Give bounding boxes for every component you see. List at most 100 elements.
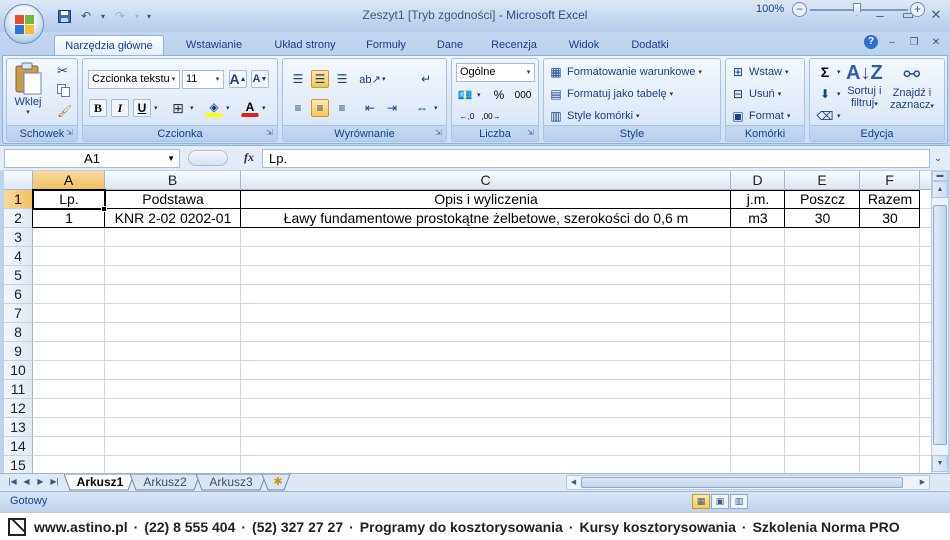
column-header[interactable]: C [241, 171, 731, 190]
merge-dropdown-icon[interactable]: ▾ [434, 104, 438, 112]
font-color-button[interactable]: A ▾ [241, 99, 266, 117]
find-select-button[interactable]: ⚯ Znajdź i zaznacz▾ [890, 62, 934, 111]
row-header[interactable]: 15 [4, 456, 33, 473]
column-header[interactable]: B [105, 171, 241, 190]
vertical-scroll-thumb[interactable] [933, 205, 947, 445]
expand-formula-bar-icon[interactable]: ⌄ [930, 149, 946, 168]
clear-dropdown-icon[interactable]: ▾ [837, 112, 841, 120]
row-header[interactable]: 11 [4, 380, 33, 399]
row-header[interactable]: 4 [4, 247, 33, 266]
align-top-button[interactable]: ☰ [289, 70, 307, 88]
format-cells-button[interactable]: ▣ Format ▾ [730, 107, 790, 125]
cell-c1[interactable]: Opis i wyliczenia [241, 190, 731, 209]
page-layout-view-icon[interactable]: ▣ [711, 494, 729, 509]
cell-e2[interactable]: 30 [785, 209, 860, 228]
row-header[interactable]: 3 [4, 228, 33, 247]
font-size-dropdown-icon[interactable]: ▾ [212, 71, 223, 88]
close-icon[interactable]: ✕ [922, 6, 950, 24]
copy-icon[interactable] [57, 84, 70, 97]
percent-button[interactable]: % [490, 86, 508, 104]
cell-c2[interactable]: Ławy fundamentowe prostokątne żelbetowe,… [241, 209, 731, 228]
delete-cells-dropdown-icon[interactable]: ▾ [778, 90, 782, 98]
worksheet-grid[interactable]: A B C D E F 1 2 3 4 5 6 7 8 9 10 11 12 13 14 15 Lp. Po… [4, 171, 931, 473]
cell-d1[interactable]: j.m. [731, 190, 785, 209]
zoom-level[interactable]: 100% [756, 3, 784, 15]
column-header[interactable]: F [860, 171, 920, 190]
wrap-text-button[interactable]: ↵ [417, 70, 435, 88]
zoom-in-icon[interactable]: + [910, 2, 925, 17]
increase-decimal-button[interactable]: ←,0 [456, 107, 478, 125]
conditional-formatting-button[interactable]: ▦ Formatowanie warunkowe ▾ [548, 63, 702, 81]
shrink-font-button[interactable]: A ▼ [251, 70, 269, 88]
cell-b1[interactable]: Podstawa [105, 190, 241, 209]
tab-home[interactable]: Narzędzia główne [54, 35, 164, 56]
format-painter-icon[interactable]: 🖌 [57, 104, 72, 118]
next-sheet-icon[interactable]: ▶ [34, 475, 47, 489]
decrease-indent-button[interactable]: ⇤ [361, 99, 379, 117]
workbook-restore-icon[interactable]: ❐ [906, 37, 922, 48]
clipboard-launcher-icon[interactable]: ⇲ [66, 129, 75, 138]
currency-button[interactable]: 💶 ▾ [456, 86, 481, 104]
row-header[interactable]: 1 [4, 190, 33, 209]
insert-function-icon[interactable]: fx [244, 150, 254, 165]
cell-d2[interactable]: m3 [731, 209, 785, 228]
number-launcher-icon[interactable]: ⇲ [527, 129, 536, 138]
name-box[interactable]: A1 ▼ [4, 149, 180, 168]
column-header[interactable]: A [33, 171, 105, 190]
format-as-table-button[interactable]: ▤ Formatuj jako tabelę ▾ [548, 85, 673, 103]
thousands-button[interactable]: 000 [512, 86, 534, 104]
align-center-button[interactable]: ≡ [311, 99, 329, 117]
tab-review[interactable]: Recenzja [482, 35, 546, 56]
grow-font-button[interactable]: A ▲ [229, 70, 247, 88]
fill-color-dropdown-icon[interactable]: ▾ [226, 104, 230, 112]
help-icon[interactable]: ? [864, 35, 878, 49]
underline-button[interactable]: U ▾ [133, 99, 158, 117]
row-header[interactable]: 6 [4, 285, 33, 304]
align-bottom-button[interactable]: ☰ [333, 70, 351, 88]
scroll-up-icon[interactable]: ▲ [932, 181, 948, 198]
font-size-combo[interactable]: 11 ▾ [182, 70, 224, 89]
formula-input[interactable]: Lp. [262, 149, 930, 168]
office-button[interactable] [4, 4, 44, 44]
merge-center-button[interactable]: ⇔ ▾ [413, 99, 438, 117]
workbook-close-icon[interactable]: ✕ [928, 37, 944, 48]
font-launcher-icon[interactable]: ⇲ [266, 129, 275, 138]
align-right-button[interactable]: ≡ [333, 99, 351, 117]
row-header[interactable]: 8 [4, 323, 33, 342]
sort-filter-button[interactable]: A↓Z Sortuj i filtruj▾ [846, 62, 883, 109]
insert-sheet-icon[interactable]: ✱ [268, 474, 288, 491]
row-header[interactable]: 7 [4, 304, 33, 323]
sheet-tab-arkusz2[interactable]: Arkusz2 [136, 474, 194, 491]
insert-cells-dropdown-icon[interactable]: ▾ [785, 68, 789, 76]
row-header[interactable]: 10 [4, 361, 33, 380]
sheet-tab-arkusz1[interactable]: Arkusz1 [72, 474, 128, 491]
name-box-dropdown-icon[interactable]: ▼ [167, 150, 175, 167]
autosum-button[interactable]: Σ ▾ [816, 63, 841, 81]
align-left-button[interactable]: ≡ [289, 99, 307, 117]
borders-dropdown-icon[interactable]: ▾ [190, 104, 194, 112]
fill-handle[interactable] [101, 206, 107, 212]
alignment-launcher-icon[interactable]: ⇲ [435, 129, 444, 138]
scroll-right-icon[interactable]: ▶ [916, 476, 929, 489]
italic-button[interactable]: I [111, 99, 129, 117]
tab-formulas[interactable]: Formuły [356, 35, 416, 56]
format-cells-dropdown-icon[interactable]: ▾ [787, 112, 791, 120]
split-box[interactable]: ▬ [932, 171, 948, 181]
row-header[interactable]: 5 [4, 266, 33, 285]
decrease-decimal-button[interactable]: ,00→ [480, 107, 502, 125]
row-header[interactable]: 13 [4, 418, 33, 437]
cut-icon[interactable]: ✂ [57, 63, 68, 79]
number-format-dropdown-icon[interactable]: ▾ [523, 64, 534, 81]
workbook-minimize-icon[interactable]: – [884, 37, 900, 48]
sheet-tab-arkusz3[interactable]: Arkusz3 [202, 474, 260, 491]
cell-f2[interactable]: 30 [860, 209, 920, 228]
scroll-down-icon[interactable]: ▼ [932, 455, 948, 472]
cell-styles-button[interactable]: ▥ Style komórki ▾ [548, 107, 639, 125]
horizontal-scroll-thumb[interactable] [581, 477, 903, 488]
tab-addins[interactable]: Dodatki [620, 35, 680, 56]
number-format-combo[interactable]: Ogólne ▾ [456, 63, 535, 82]
sort-filter-dropdown-icon[interactable]: ▾ [874, 101, 878, 108]
orientation-button[interactable]: ab↗ ▾ [359, 70, 385, 88]
column-header[interactable]: D [731, 171, 785, 190]
normal-view-icon[interactable]: ▦ [692, 494, 710, 509]
